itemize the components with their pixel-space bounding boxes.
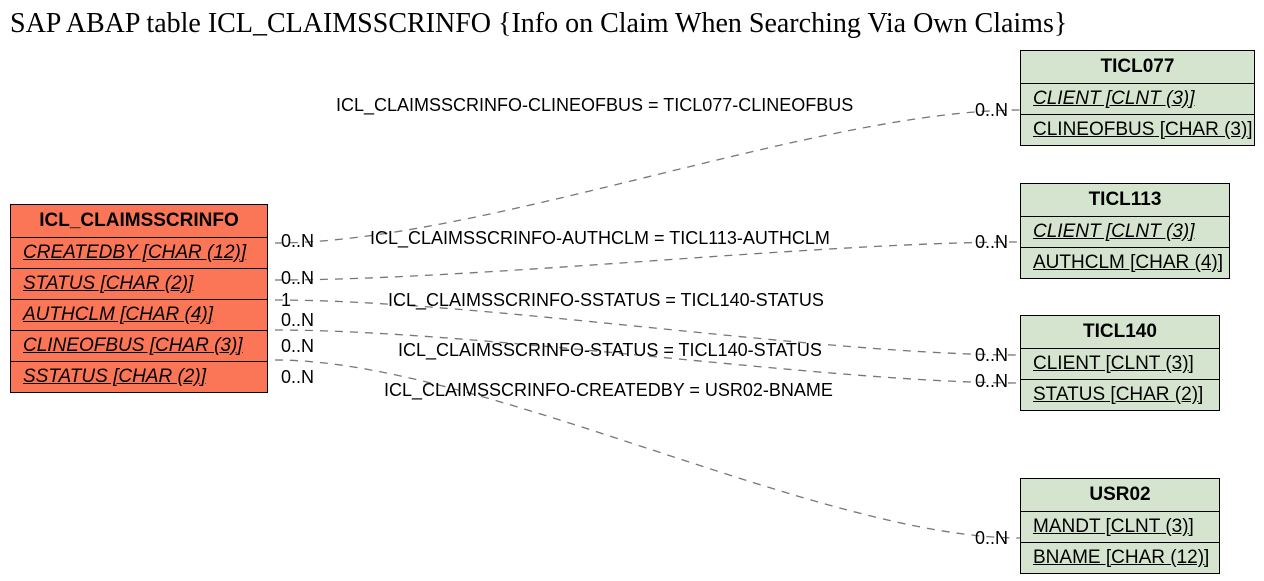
entity-name: TICL113	[1021, 184, 1229, 217]
entity-ticl113: TICL113 CLIENT [CLNT (3)] AUTHCLM [CHAR …	[1020, 183, 1230, 279]
relation-label: ICL_CLAIMSSCRINFO-STATUS = TICL140-STATU…	[398, 340, 822, 361]
entity-ticl077: TICL077 CLIENT [CLNT (3)] CLINEOFBUS [CH…	[1020, 50, 1255, 146]
cardinality: 0..N	[281, 367, 314, 388]
entity-field: STATUS [CHAR (2)]	[1021, 380, 1219, 410]
entity-main-field: CREATEDBY [CHAR (12)]	[11, 238, 267, 269]
entity-field: AUTHCLM [CHAR (4)]	[1021, 248, 1229, 278]
cardinality: 0..N	[975, 100, 1008, 121]
entity-name: TICL077	[1021, 51, 1254, 84]
cardinality: 0..N	[281, 268, 314, 289]
cardinality: 0..N	[975, 345, 1008, 366]
entity-field: CLIENT [CLNT (3)]	[1021, 217, 1229, 248]
relation-label: ICL_CLAIMSSCRINFO-AUTHCLM = TICL113-AUTH…	[370, 228, 830, 249]
entity-main-field: STATUS [CHAR (2)]	[11, 269, 267, 300]
cardinality: 0..N	[975, 528, 1008, 549]
cardinality: 0..N	[975, 232, 1008, 253]
entity-field: CLIENT [CLNT (3)]	[1021, 84, 1254, 115]
entity-main-field: AUTHCLM [CHAR (4)]	[11, 300, 267, 331]
entity-main: ICL_CLAIMSSCRINFO CREATEDBY [CHAR (12)] …	[10, 204, 268, 393]
cardinality: 0..N	[975, 371, 1008, 392]
entity-main-field: SSTATUS [CHAR (2)]	[11, 362, 267, 392]
relation-label: ICL_CLAIMSSCRINFO-CLINEOFBUS = TICL077-C…	[336, 95, 853, 116]
entity-field: CLIENT [CLNT (3)]	[1021, 349, 1219, 380]
entity-ticl140: TICL140 CLIENT [CLNT (3)] STATUS [CHAR (…	[1020, 315, 1220, 411]
cardinality: 0..N	[281, 310, 314, 331]
relation-label: ICL_CLAIMSSCRINFO-SSTATUS = TICL140-STAT…	[388, 290, 824, 311]
entity-main-field: CLINEOFBUS [CHAR (3)]	[11, 331, 267, 362]
relation-label: ICL_CLAIMSSCRINFO-CREATEDBY = USR02-BNAM…	[384, 380, 833, 401]
page-title: SAP ABAP table ICL_CLAIMSSCRINFO {Info o…	[10, 8, 1067, 40]
entity-name: TICL140	[1021, 316, 1219, 349]
cardinality: 0..N	[281, 231, 314, 252]
entity-usr02: USR02 MANDT [CLNT (3)] BNAME [CHAR (12)]	[1020, 478, 1220, 574]
entity-name: USR02	[1021, 479, 1219, 512]
cardinality: 0..N	[281, 336, 314, 357]
entity-field: CLINEOFBUS [CHAR (3)]	[1021, 115, 1254, 145]
entity-field: BNAME [CHAR (12)]	[1021, 543, 1219, 573]
cardinality: 1	[281, 290, 291, 311]
entity-main-name: ICL_CLAIMSSCRINFO	[11, 205, 267, 238]
entity-field: MANDT [CLNT (3)]	[1021, 512, 1219, 543]
